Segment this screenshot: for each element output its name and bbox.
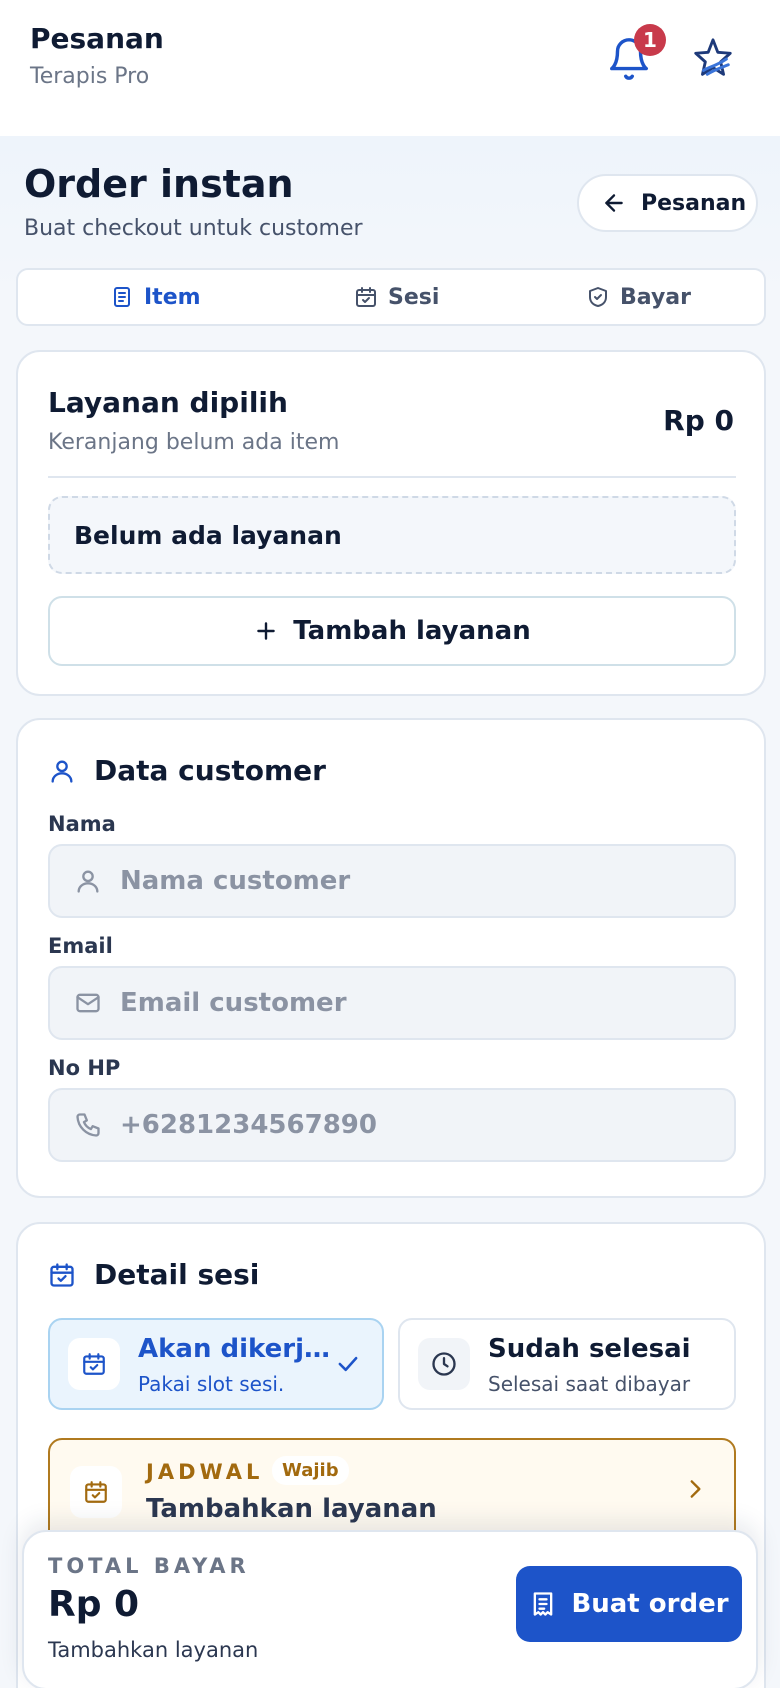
services-title: Layanan dipilih bbox=[48, 386, 288, 419]
email-label: Email bbox=[48, 934, 113, 958]
empty-services-box: Belum ada layanan bbox=[48, 496, 736, 574]
page-subtitle: Buat checkout untuk customer bbox=[24, 216, 363, 241]
option-scheduled[interactable]: Akan dikerj… Pakai slot sesi. bbox=[48, 1318, 384, 1410]
name-label: Nama bbox=[48, 812, 116, 836]
calendar-check-icon bbox=[48, 1261, 76, 1289]
name-input[interactable]: Nama customer bbox=[48, 844, 736, 918]
option-completed-title: Sudah selesai bbox=[488, 1334, 691, 1364]
calendar-check-icon bbox=[354, 285, 378, 309]
app-subtitle: Terapis Pro bbox=[30, 64, 150, 89]
tab-sesi[interactable]: Sesi bbox=[354, 270, 439, 324]
mail-icon bbox=[74, 989, 102, 1017]
session-title: Detail sesi bbox=[94, 1258, 260, 1291]
chevron-right-icon bbox=[682, 1476, 708, 1502]
calendar-check-icon bbox=[68, 1338, 120, 1390]
phone-placeholder: +6281234567890 bbox=[120, 1110, 377, 1140]
phone-label: No HP bbox=[48, 1056, 121, 1080]
brand-logo-icon[interactable] bbox=[690, 36, 736, 82]
plus-icon bbox=[253, 618, 279, 644]
tab-bayar[interactable]: Bayar bbox=[586, 270, 691, 324]
notification-badge: 1 bbox=[634, 24, 666, 56]
option-completed[interactable]: Sudah selesai Selesai saat dibayar bbox=[398, 1318, 736, 1410]
create-order-button[interactable]: Buat order bbox=[516, 1566, 742, 1642]
session-section-header: Detail sesi bbox=[48, 1258, 259, 1291]
back-button-label: Pesanan bbox=[641, 190, 747, 216]
customer-title: Data customer bbox=[94, 754, 326, 787]
empty-services-text: Belum ada layanan bbox=[74, 520, 342, 550]
divider bbox=[48, 476, 736, 478]
option-scheduled-subtitle: Pakai slot sesi. bbox=[138, 1372, 285, 1396]
arrow-left-icon bbox=[601, 190, 627, 216]
total-label: TOTAL BAYAR bbox=[48, 1554, 250, 1578]
calendar-check-icon bbox=[70, 1466, 122, 1518]
email-input[interactable]: Email customer bbox=[48, 966, 736, 1040]
add-service-label: Tambah layanan bbox=[293, 616, 531, 646]
step-tabs: Item Sesi Bayar bbox=[16, 268, 766, 326]
user-icon bbox=[74, 867, 102, 895]
tab-bayar-label: Bayar bbox=[620, 284, 691, 310]
clipboard-list-icon bbox=[110, 285, 134, 309]
checkout-bar: TOTAL BAYAR Rp 0 Tambahkan layanan Buat … bbox=[22, 1530, 758, 1688]
schedule-text: Tambahkan layanan bbox=[146, 1494, 437, 1524]
total-hint: Tambahkan layanan bbox=[48, 1638, 259, 1662]
add-service-button[interactable]: Tambah layanan bbox=[48, 596, 736, 666]
tab-sesi-label: Sesi bbox=[388, 284, 440, 310]
required-badge: Wajib bbox=[272, 1456, 349, 1485]
customer-section-header: Data customer bbox=[48, 754, 326, 787]
back-to-orders-button[interactable]: Pesanan bbox=[577, 174, 758, 232]
user-icon bbox=[48, 757, 76, 785]
option-scheduled-title: Akan dikerj… bbox=[138, 1334, 331, 1364]
customer-data-card: Data customer Nama Nama customer Email E… bbox=[16, 718, 766, 1198]
total-value: Rp 0 bbox=[48, 1584, 140, 1625]
receipt-icon bbox=[529, 1590, 557, 1618]
clock-icon bbox=[418, 1338, 470, 1390]
app-title: Pesanan bbox=[30, 22, 164, 55]
app-bar: Pesanan Terapis Pro 1 bbox=[0, 0, 780, 136]
name-placeholder: Nama customer bbox=[120, 866, 351, 896]
email-placeholder: Email customer bbox=[120, 988, 347, 1018]
check-icon bbox=[334, 1350, 362, 1378]
tab-item-label: Item bbox=[144, 284, 201, 310]
selected-services-card: Layanan dipilih Keranjang belum ada item… bbox=[16, 350, 766, 696]
page-title: Order instan bbox=[24, 162, 294, 206]
phone-input[interactable]: +6281234567890 bbox=[48, 1088, 736, 1162]
phone-icon bbox=[74, 1111, 102, 1139]
tab-item[interactable]: Item bbox=[110, 270, 201, 324]
schedule-tag: JADWAL bbox=[146, 1460, 264, 1484]
option-completed-subtitle: Selesai saat dibayar bbox=[488, 1372, 691, 1396]
create-order-label: Buat order bbox=[571, 1589, 729, 1619]
services-subtitle: Keranjang belum ada item bbox=[48, 430, 340, 455]
shield-check-icon bbox=[586, 285, 610, 309]
services-total: Rp 0 bbox=[663, 404, 734, 437]
